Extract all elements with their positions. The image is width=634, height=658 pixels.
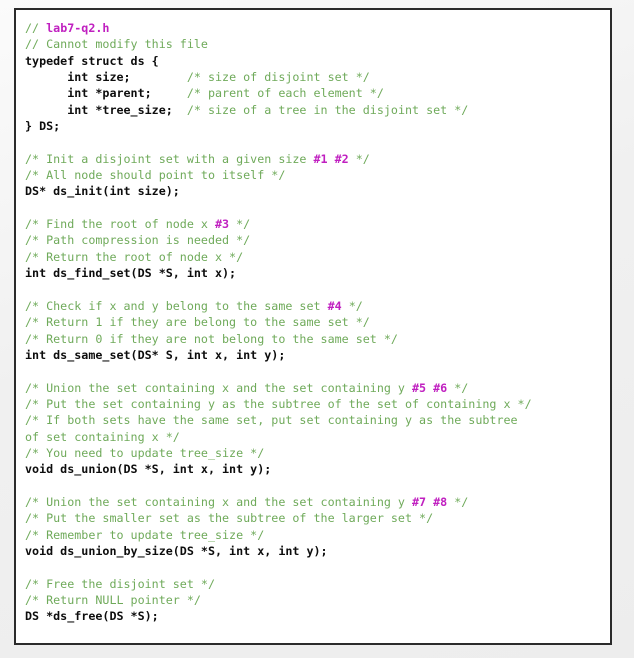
code-comment: /* Path compression is needed */	[25, 233, 251, 248]
code-task-marker: lab7-q2.h	[46, 21, 110, 35]
code-line: void ds_union(DS *S, int x, int y);	[25, 461, 610, 477]
code-line: /* Return 0 if they are not belong to th…	[25, 331, 610, 347]
code-task-marker: #4	[327, 298, 342, 313]
code-block-container: // lab7-q2.h// Cannot modify this file ty…	[14, 8, 612, 645]
code-text: void ds_union(DS *S, int x, int y);	[25, 462, 272, 477]
code-line: int *tree_size; /* size of a tree in the…	[25, 102, 610, 118]
code-line: } DS;	[25, 118, 610, 134]
code-task-marker: #5 #6	[412, 380, 448, 395]
code-comment: /* Return 0 if they are not belong to th…	[25, 331, 398, 346]
code-line: DS *ds_free(DS *S);	[25, 608, 610, 624]
code-line: /* Check if x and y belong to the same s…	[25, 298, 610, 314]
code-line: /* Path compression is needed */	[25, 232, 610, 248]
code-comment: of set containing x */	[25, 429, 180, 444]
code-text: int *tree_size;	[25, 102, 187, 117]
code-line: /* Union the set containing x and the se…	[25, 380, 610, 396]
code-text: DS *ds_free(DS *S);	[25, 609, 159, 624]
code-comment: //	[25, 21, 47, 35]
code-line: /* If both sets have the same set, put s…	[25, 412, 610, 428]
code-comment: /* Check if x and y belong to the same s…	[25, 298, 328, 313]
code-text: } DS;	[25, 119, 61, 134]
code-listing[interactable]: // lab7-q2.h// Cannot modify this file ty…	[16, 10, 610, 625]
code-line: /* Init a disjoint set with a given size…	[25, 151, 610, 167]
code-comment: */	[348, 151, 370, 166]
code-line: /* Free the disjoint set */	[25, 576, 610, 592]
code-comment: /* Put the smaller set as the subtree of…	[25, 511, 434, 526]
code-line: int ds_same_set(DS* S, int x, int y);	[25, 347, 610, 363]
code-comment: /* parent of each element */	[186, 86, 384, 101]
code-comment: /* Union the set containing x and the se…	[25, 494, 413, 509]
code-comment: /* Return the root of node x */	[25, 249, 244, 264]
code-line: // Cannot modify this file	[25, 36, 610, 52]
code-comment: /* Init a disjoint set with a given size	[25, 151, 314, 166]
code-line: int ds_find_set(DS *S, int x);	[25, 265, 610, 281]
code-line: /* You need to update tree_size */	[25, 445, 610, 461]
code-comment: /* Remember to update tree_size */	[25, 527, 265, 542]
code-line: int *parent; /* parent of each element *…	[25, 85, 610, 101]
code-line: int size; /* size of disjoint set */	[25, 69, 610, 85]
code-comment: /* You need to update tree_size */	[25, 445, 265, 460]
code-text: int ds_find_set(DS *S, int x);	[25, 266, 237, 281]
code-comment: /* size of a tree in the disjoint set */	[186, 102, 469, 117]
code-comment: /* Return NULL pointer */	[25, 593, 201, 608]
code-comment: */	[341, 298, 363, 313]
code-text: int *parent;	[25, 86, 187, 101]
code-comment: /* Find the root of node x	[25, 217, 215, 232]
code-line: /* Union the set containing x and the se…	[25, 494, 610, 510]
code-task-marker: #1 #2	[313, 151, 349, 166]
code-line: of set containing x */	[25, 429, 610, 445]
code-text: DS* ds_init(int size);	[25, 184, 180, 199]
code-line: /* Return the root of node x */	[25, 249, 610, 265]
code-line: // lab7-q2.h	[25, 20, 610, 36]
code-text: int ds_same_set(DS* S, int x, int y);	[25, 347, 286, 362]
code-comment: /* Union the set containing x and the se…	[25, 380, 413, 395]
code-text: void ds_union_by_size(DS *S, int x, int …	[25, 544, 328, 558]
code-text: int size;	[25, 70, 187, 85]
code-comment: /* Free the disjoint set */	[25, 576, 215, 591]
code-text: typedef struct ds {	[25, 53, 159, 68]
code-comment: /* All node should point to itself */	[25, 168, 286, 183]
code-task-marker: #3	[215, 217, 230, 232]
code-comment: /* Put the set containing y as the subtr…	[25, 396, 532, 411]
code-line: DS* ds_init(int size);	[25, 183, 610, 199]
code-line: /* Find the root of node x #3 */	[25, 216, 610, 232]
code-comment: */	[447, 380, 469, 395]
code-line: /* All node should point to itself */	[25, 167, 610, 183]
code-task-marker: #7 #8	[412, 494, 448, 509]
code-line: /* Return NULL pointer */	[25, 592, 610, 608]
code-line: /* Put the set containing y as the subtr…	[25, 396, 610, 412]
code-line: /* Remember to update tree_size */	[25, 527, 610, 543]
code-line: /* Return 1 if they are belong to the sa…	[25, 314, 610, 330]
code-comment: /* If both sets have the same set, put s…	[25, 413, 518, 428]
code-comment: /* size of disjoint set */	[186, 70, 370, 85]
code-comment: // Cannot modify this file	[25, 37, 208, 52]
code-line: /* Put the smaller set as the subtree of…	[25, 510, 610, 526]
code-line: typedef struct ds {	[25, 53, 610, 69]
code-comment: */	[229, 217, 251, 232]
code-comment: */	[447, 494, 469, 509]
code-line: void ds_union_by_size(DS *S, int x, int …	[25, 543, 610, 559]
code-comment: /* Return 1 if they are belong to the sa…	[25, 315, 370, 330]
